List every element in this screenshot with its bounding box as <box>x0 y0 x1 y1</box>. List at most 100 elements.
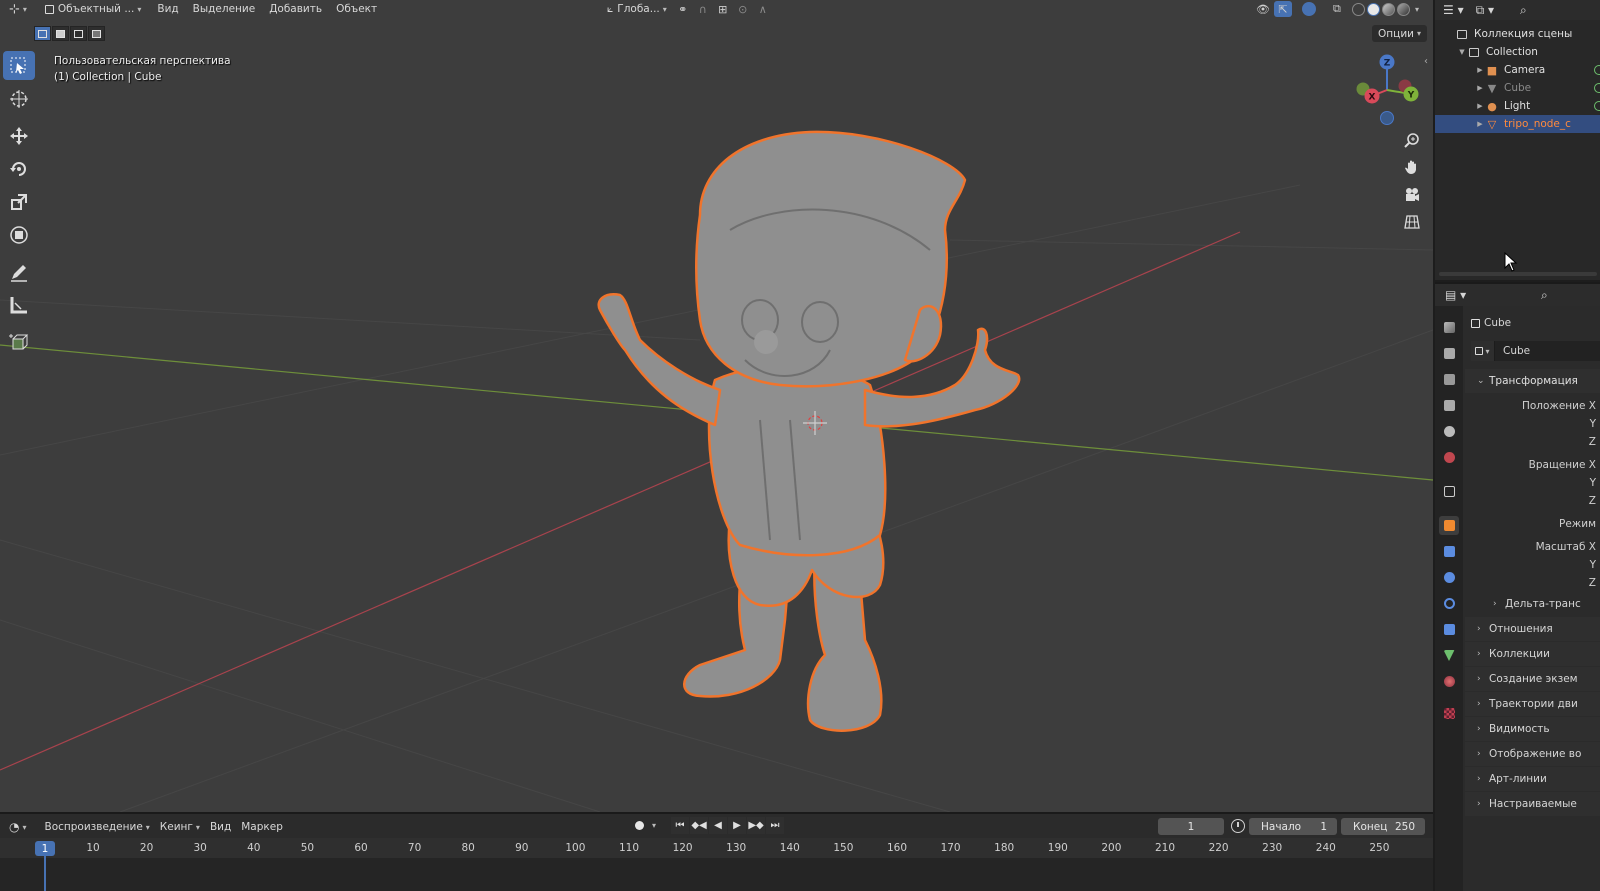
measure-tool[interactable] <box>3 290 35 319</box>
physics-tab[interactable] <box>1439 594 1459 613</box>
panel-collections[interactable]: › Коллекции <box>1465 642 1600 666</box>
frame-ruler[interactable]: 1 10 20 30 40 50 60 70 80 90 100 110 120 130 140 150 16… <box>0 838 1433 858</box>
material-tab[interactable] <box>1439 672 1459 691</box>
texture-tab[interactable] <box>1439 704 1459 723</box>
outliner-item-light[interactable]: ▶ ● Light <box>1435 97 1600 115</box>
object-name-field[interactable]: ▾ Cube <box>1471 341 1600 361</box>
character-model[interactable] <box>597 130 1021 732</box>
select-subtract-icon[interactable] <box>70 26 87 41</box>
world-tab[interactable] <box>1439 448 1459 467</box>
options-dropdown[interactable]: Опции ▾ <box>1372 25 1427 42</box>
material-shading-icon[interactable] <box>1381 2 1395 16</box>
editor-type-button[interactable]: ⊹ ▾ <box>4 1 32 17</box>
frame-start-field[interactable]: Начало 1 <box>1249 818 1337 835</box>
outliner-scene-collection[interactable]: Коллекция сцены <box>1435 25 1600 43</box>
scene-tab[interactable] <box>1439 422 1459 441</box>
menu-keying[interactable]: Кеинг ▾ <box>155 818 205 836</box>
scale-z-row[interactable]: Z <box>1465 574 1600 592</box>
xray-icon[interactable]: ⧉ <box>1328 1 1346 17</box>
sidebar-toggle-icon[interactable]: ‹ <box>1424 56 1428 67</box>
auto-keying-button[interactable] <box>630 817 648 834</box>
menu-timeline-view[interactable]: Вид <box>205 818 236 836</box>
prev-keyframe-button[interactable]: ◆◀ <box>690 817 709 834</box>
location-z-row[interactable]: Z <box>1465 433 1600 451</box>
display-mode-icon[interactable]: ☰ ▾ <box>1443 3 1464 17</box>
move-tool[interactable] <box>3 121 35 150</box>
properties-editor[interactable]: ▤ ▾ ⌕ Cube ▾ Cube ⌄ Трансформация Положе… <box>1435 282 1600 891</box>
select-box-tool[interactable] <box>3 51 35 80</box>
panel-relations[interactable]: › Отношения <box>1465 617 1600 641</box>
menu-select[interactable]: Выделение <box>188 1 261 17</box>
output-tab[interactable] <box>1439 370 1459 389</box>
play-button[interactable]: ▶ <box>728 817 747 834</box>
select-extend-icon[interactable] <box>52 26 69 41</box>
transform-tool[interactable] <box>3 220 35 249</box>
menu-view[interactable]: Вид <box>152 1 183 17</box>
transform-panel-header[interactable]: ⌄ Трансформация <box>1465 369 1600 393</box>
outliner-item-tripo-node[interactable]: ▶ ▽ tripo_node_c <box>1435 115 1600 133</box>
outliner-item-cube[interactable]: ▶ ▼ Cube <box>1435 79 1600 97</box>
expand-arrow-icon[interactable]: ▶ <box>1475 66 1485 74</box>
solid-shading-icon[interactable] <box>1366 2 1380 16</box>
expand-arrow-icon[interactable]: ▶ <box>1475 120 1485 128</box>
navigation-gizmo[interactable]: Z X Y <box>1346 48 1430 132</box>
transform-orientation-dropdown[interactable]: ⟀ Глоба... ▾ <box>602 1 672 17</box>
object-tab[interactable] <box>1439 516 1459 535</box>
snap-target-icon[interactable]: ⊞ <box>714 1 732 17</box>
proportional-edit-icon[interactable]: ⊙ <box>734 1 752 17</box>
menu-marker[interactable]: Маркер <box>236 818 288 836</box>
annotate-tool[interactable] <box>3 257 35 286</box>
expand-arrow-icon[interactable]: ▼ <box>1457 48 1467 56</box>
menu-object[interactable]: Объект <box>331 1 382 17</box>
rotate-tool[interactable] <box>3 154 35 183</box>
filter-icon[interactable]: ⧉ ▾ <box>1476 3 1494 18</box>
timeline-editor[interactable]: ◔ ▾ Воспроизведение ▾ Кеинг ▾ Вид Маркер ▾ … <box>0 812 1433 891</box>
jump-end-button[interactable]: ⏭ <box>766 817 785 834</box>
rotation-mode-row[interactable]: Режим <box>1465 515 1600 533</box>
view-layer-tab[interactable] <box>1439 396 1459 415</box>
rotation-y-row[interactable]: Y <box>1465 474 1600 492</box>
select-invert-icon[interactable] <box>88 26 105 41</box>
camera-view-button[interactable] <box>1399 183 1425 207</box>
play-reverse-button[interactable]: ◀ <box>709 817 728 834</box>
perspective-toggle-button[interactable] <box>1399 210 1425 234</box>
outliner-collection[interactable]: ▼ Collection <box>1435 43 1600 61</box>
preview-range-icon[interactable] <box>1231 819 1245 833</box>
panel-motion-paths[interactable]: › Траектории дви <box>1465 692 1600 716</box>
modifier-tab[interactable] <box>1439 542 1459 561</box>
cursor-tool[interactable] <box>3 84 35 113</box>
next-keyframe-button[interactable]: ▶◆ <box>747 817 766 834</box>
scale-y-row[interactable]: Y <box>1465 556 1600 574</box>
collection-tab[interactable] <box>1439 482 1459 501</box>
panel-line-art[interactable]: › Арт-линии <box>1465 767 1600 791</box>
frame-end-field[interactable]: Конец 250 <box>1341 818 1425 835</box>
panel-visibility[interactable]: › Видимость <box>1465 717 1600 741</box>
wireframe-shading-icon[interactable] <box>1351 2 1365 16</box>
outliner-item-camera[interactable]: ▶ ■ Camera <box>1435 61 1600 79</box>
location-y-row[interactable]: Y <box>1465 415 1600 433</box>
pivot-icon[interactable]: ⚭ <box>674 1 692 17</box>
render-tab[interactable] <box>1439 344 1459 363</box>
add-cube-tool[interactable] <box>3 327 35 356</box>
timeline-editor-type[interactable]: ◔ ▾ <box>4 818 32 836</box>
overlays-icon[interactable] <box>1301 2 1316 16</box>
panel-viewport-display[interactable]: › Отображение во <box>1465 742 1600 766</box>
gizmo-toggle-icon[interactable]: ⇱ <box>1273 1 1292 17</box>
select-new-icon[interactable] <box>34 26 51 41</box>
expand-arrow-icon[interactable]: ▶ <box>1475 84 1485 92</box>
search-icon[interactable]: ⌕ <box>1520 3 1527 18</box>
rotation-z-row[interactable]: Z <box>1465 492 1600 510</box>
current-frame-field[interactable]: 1 <box>1158 818 1224 835</box>
visibility-icon[interactable]: 👁 <box>1254 1 1272 17</box>
delta-transform-subpanel[interactable]: › Дельта-транс <box>1465 592 1600 616</box>
jump-start-button[interactable]: ⏮ <box>671 817 690 834</box>
location-x-row[interactable]: Положение X <box>1465 397 1600 415</box>
menu-add[interactable]: Добавить <box>264 1 327 17</box>
pan-button[interactable] <box>1399 155 1425 179</box>
rotation-x-row[interactable]: Вращение X <box>1465 456 1600 474</box>
timeline-track-area[interactable] <box>0 858 1433 891</box>
scale-tool[interactable] <box>3 187 35 216</box>
data-tab[interactable] <box>1439 646 1459 665</box>
particles-tab[interactable] <box>1439 568 1459 587</box>
menu-playback[interactable]: Воспроизведение ▾ <box>40 818 155 836</box>
